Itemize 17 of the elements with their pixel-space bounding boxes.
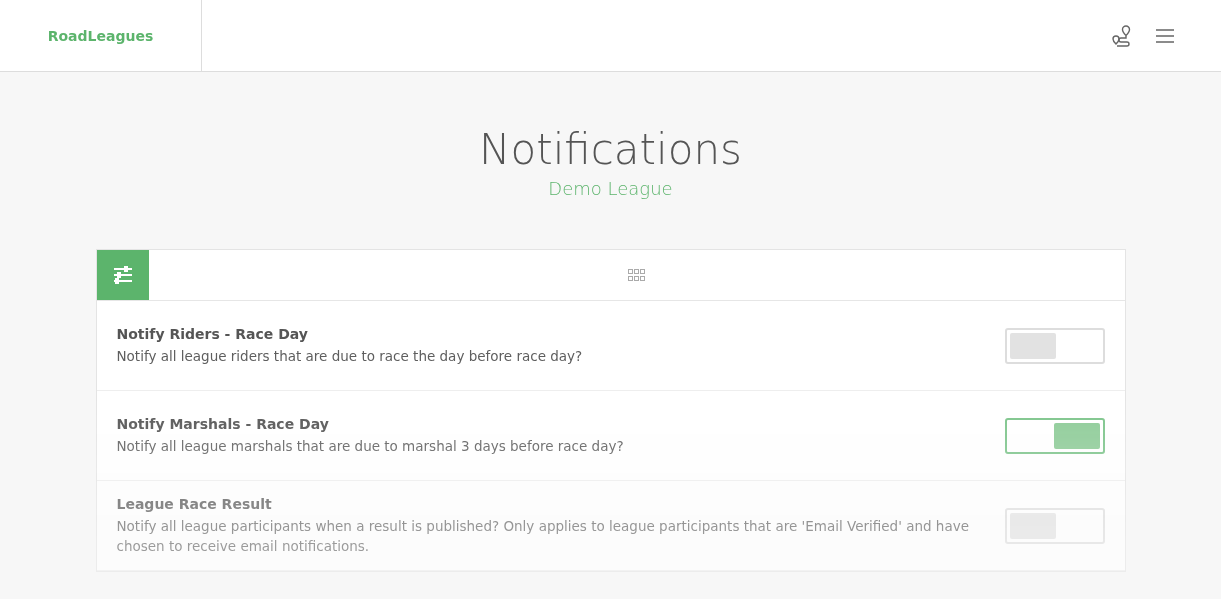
setting-title: Notify Marshals - Race Day <box>116 415 330 432</box>
grid-icon <box>627 268 646 282</box>
filters-tab[interactable] <box>96 250 149 300</box>
sliders-icon <box>112 266 133 284</box>
toggle-switch[interactable] <box>1004 507 1105 544</box>
toggle-switch[interactable] <box>1004 327 1105 364</box>
league-name: Demo League <box>548 178 673 199</box>
route-icon[interactable] <box>1111 23 1133 48</box>
setting-title: Notify Riders - Race Day <box>116 325 309 342</box>
setting-description: Notify all league participants when a result is published? Only applies to league participants that are 'Email Verified' and have chosen to receive email notifications. <box>116 516 970 556</box>
menu-icon[interactable] <box>1155 27 1175 44</box>
setting-description: Notify all league riders that are due to race the day before race day? <box>116 346 584 366</box>
setting-title: League Race Result <box>116 495 273 512</box>
page-title: Notifications <box>479 124 742 176</box>
setting-description: Notify all league marshals that are due to marshal 3 days before race day? <box>116 436 625 456</box>
toggle-switch[interactable] <box>1004 417 1105 454</box>
logo-link[interactable]: RoadLeagues <box>47 27 154 44</box>
